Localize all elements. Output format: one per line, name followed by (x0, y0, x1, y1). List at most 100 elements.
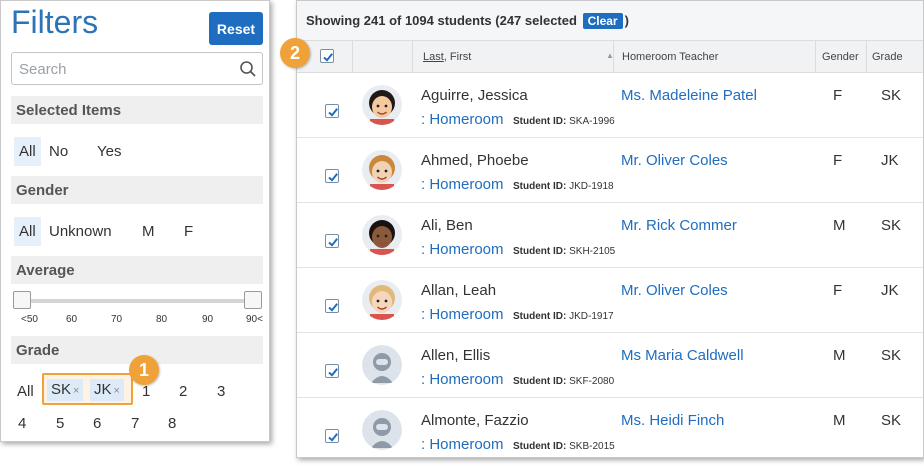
student-name[interactable]: Ahmed, Phoebe (421, 152, 529, 169)
student-id: Student ID: SKH-2105 (513, 246, 615, 257)
grade-option-3[interactable]: 3 (217, 383, 225, 400)
grade-option-4[interactable]: 4 (18, 415, 26, 432)
search-field[interactable] (11, 52, 263, 85)
homeroom-link[interactable]: : Homeroom (421, 241, 504, 258)
callout-badge-2: 2 (280, 38, 310, 68)
students-panel: Showing 241 of 1094 students (247 select… (296, 0, 924, 458)
student-gender: M (833, 412, 846, 429)
student-gender: F (833, 282, 843, 299)
student-id-label: Student ID: (513, 116, 567, 127)
homeroom-teacher-link[interactable]: Ms Maria Caldwell (621, 347, 744, 364)
student-avatar (362, 215, 402, 255)
grade-chip-sk[interactable]: SK × (47, 379, 84, 401)
student-name[interactable]: Aguirre, Jessica (421, 87, 528, 104)
checkmark-icon (328, 433, 338, 442)
homeroom-link[interactable]: : Homeroom (421, 111, 504, 128)
row-checkbox[interactable] (325, 104, 339, 118)
homeroom-teacher-link[interactable]: Mr. Oliver Coles (621, 282, 728, 299)
row-checkbox[interactable] (325, 364, 339, 378)
column-header-name-last: Last (423, 51, 444, 63)
average-heading: Average (11, 256, 263, 284)
student-avatar (362, 280, 402, 320)
column-divider (352, 41, 353, 73)
grade-option-all[interactable]: All (17, 383, 34, 400)
column-header-name[interactable]: Last, First (423, 51, 471, 63)
gender-option-unknown[interactable]: Unknown (49, 223, 112, 240)
student-name[interactable]: Almonte, Fazzio (421, 412, 529, 429)
search-input[interactable] (19, 59, 229, 79)
page: Filters Reset Selected Items All No Yes … (0, 0, 924, 466)
column-header-teacher[interactable]: Homeroom Teacher (622, 51, 718, 63)
column-divider (613, 41, 614, 73)
reset-button[interactable]: Reset (209, 12, 263, 45)
student-id-value: SKH-2105 (569, 246, 616, 257)
search-icon[interactable] (239, 60, 257, 78)
grade-option-2[interactable]: 2 (179, 383, 187, 400)
grade-chip-jk[interactable]: JK × (90, 379, 124, 401)
homeroom-teacher-link[interactable]: Mr. Rick Commer (621, 217, 737, 234)
gender-option-m[interactable]: M (142, 223, 155, 240)
student-id-label: Student ID: (513, 246, 567, 257)
row-checkbox[interactable] (325, 429, 339, 443)
row-checkbox[interactable] (325, 169, 339, 183)
row-checkbox[interactable] (325, 234, 339, 248)
selected-items-option-no[interactable]: No (49, 143, 68, 160)
average-slider-track[interactable] (15, 299, 261, 303)
student-grade: SK (881, 412, 902, 429)
average-tick: <50 (21, 314, 38, 325)
student-grade: SK (881, 87, 902, 104)
table-row[interactable]: Allen, Ellis: Homeroom Student ID: SKF-20… (297, 333, 923, 398)
homeroom-link[interactable]: : Homeroom (421, 176, 504, 193)
grade-option-8[interactable]: 8 (168, 415, 176, 432)
checkmark-icon (328, 108, 338, 117)
results-summary-bar: Showing 241 of 1094 students (247 select… (297, 1, 923, 41)
average-tick: 60 (66, 314, 78, 325)
homeroom-link[interactable]: : Homeroom (421, 306, 504, 323)
student-avatar (362, 410, 402, 450)
homeroom-link[interactable]: : Homeroom (421, 436, 504, 453)
clear-selection-button[interactable]: Clear (582, 13, 623, 29)
average-slider-min-handle[interactable] (13, 291, 31, 309)
column-header-gender[interactable]: Gender (822, 51, 859, 63)
table-row[interactable]: Ahmed, Phoebe: Homeroom Student ID: JKD-1… (297, 138, 923, 203)
student-gender: F (833, 152, 843, 169)
grade-option-7[interactable]: 7 (131, 415, 139, 432)
homeroom-link[interactable]: : Homeroom (421, 371, 504, 388)
remove-chip-icon[interactable]: × (73, 385, 79, 397)
gender-option-all[interactable]: All (14, 217, 41, 246)
table-row[interactable]: Aguirre, Jessica : Homeroom Student ID: SK… (297, 73, 923, 138)
student-avatar (362, 85, 402, 125)
selected-items-option-yes[interactable]: Yes (97, 143, 121, 160)
table-row[interactable]: Ali, Ben : Homeroom Student ID: SKH-2105 Mr… (297, 203, 923, 268)
student-name[interactable]: Allan, Leah (421, 282, 496, 299)
table-row[interactable]: Almonte, Fazzio : Homeroom Student ID: SKB… (297, 398, 923, 457)
student-id-value: JKD-1918 (569, 181, 614, 192)
selected-items-option-all[interactable]: All (14, 137, 41, 166)
select-all-checkbox[interactable] (320, 49, 334, 63)
row-checkbox[interactable] (325, 299, 339, 313)
grade-option-1[interactable]: 1 (142, 383, 150, 400)
student-name[interactable]: Ali, Ben (421, 217, 473, 234)
table-row[interactable]: Allan, Leah: Homeroom Student ID: JKD-191… (297, 268, 923, 333)
student-id-value: SKB-2015 (569, 441, 615, 452)
grade-option-6[interactable]: 6 (93, 415, 101, 432)
checkmark-icon (323, 53, 333, 62)
student-id: Student ID: SKB-2015 (513, 441, 615, 452)
student-avatar (362, 345, 402, 385)
gender-option-f[interactable]: F (184, 223, 193, 240)
grade-chip-label: SK (51, 381, 72, 398)
average-slider-max-handle[interactable] (244, 291, 262, 309)
column-header-grade[interactable]: Grade (872, 51, 903, 63)
student-name[interactable]: Allen, Ellis (421, 347, 490, 364)
homeroom-teacher-link[interactable]: Ms. Heidi Finch (621, 412, 724, 429)
homeroom-teacher-link[interactable]: Ms. Madeleine Patel (621, 87, 757, 104)
remove-chip-icon[interactable]: × (114, 385, 120, 397)
selected-grade-chips: SK × JK × (42, 373, 133, 405)
student-id-value: JKD-1917 (569, 311, 614, 322)
homeroom-teacher-link[interactable]: Mr. Oliver Coles (621, 152, 728, 169)
callout-badge-1: 1 (129, 355, 159, 385)
column-divider (815, 41, 816, 73)
column-header-name-first: , First (443, 51, 472, 63)
student-id-label: Student ID: (513, 441, 567, 452)
grade-option-5[interactable]: 5 (56, 415, 64, 432)
